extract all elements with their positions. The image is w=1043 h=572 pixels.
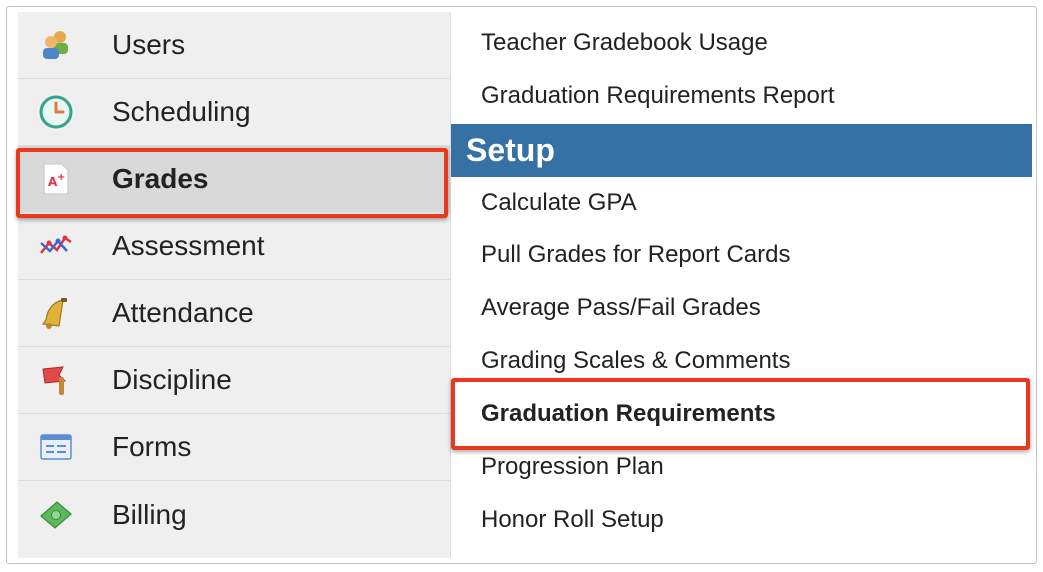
highlight-box-grades (16, 148, 448, 218)
menu-item-pull-grades[interactable]: Pull Grades for Report Cards (481, 229, 790, 281)
menu-item-honor-roll-setup[interactable]: Honor Roll Setup (481, 494, 664, 546)
money-icon (38, 497, 74, 533)
sidebar-item-forms[interactable]: Forms (18, 414, 450, 481)
sidebar-item-label: Scheduling (112, 96, 251, 127)
sidebar-item-label: Attendance (112, 297, 254, 328)
sidebar-item-scheduling[interactable]: Scheduling (18, 79, 450, 146)
sidebar: Users Scheduling A + Grades Assessment A… (18, 12, 451, 558)
menu-item-calculate-gpa[interactable]: Calculate GPA (481, 177, 637, 229)
menu-item-average-pass-fail[interactable]: Average Pass/Fail Grades (481, 282, 761, 334)
section-header-setup: Setup (451, 124, 1032, 177)
menu-item-teacher-gradebook-usage[interactable]: Teacher Gradebook Usage (481, 17, 768, 69)
sidebar-item-assessment[interactable]: Assessment (18, 213, 450, 280)
sidebar-item-label: Billing (112, 498, 187, 530)
users-icon (38, 27, 74, 63)
flag-icon (38, 362, 74, 398)
sidebar-item-attendance[interactable]: Attendance (18, 280, 450, 347)
sidebar-item-label: Forms (112, 431, 192, 462)
highlight-box-graduation-requirements (451, 378, 1030, 450)
grades-submenu: Teacher Gradebook Usage Graduation Requi… (451, 12, 1032, 558)
sidebar-item-label: Assessment (112, 230, 265, 261)
bell-icon (38, 295, 74, 331)
sidebar-item-billing[interactable]: Billing (18, 481, 450, 548)
sidebar-item-users[interactable]: Users (18, 12, 450, 79)
menu-item-graduation-requirements-report[interactable]: Graduation Requirements Report (481, 70, 835, 122)
sidebar-item-label: Discipline (112, 364, 232, 395)
sidebar-item-label: Users (112, 29, 186, 60)
clock-icon (38, 94, 74, 130)
form-icon (38, 429, 74, 465)
sidebar-item-discipline[interactable]: Discipline (18, 347, 450, 414)
assessment-chart-icon (38, 228, 74, 264)
